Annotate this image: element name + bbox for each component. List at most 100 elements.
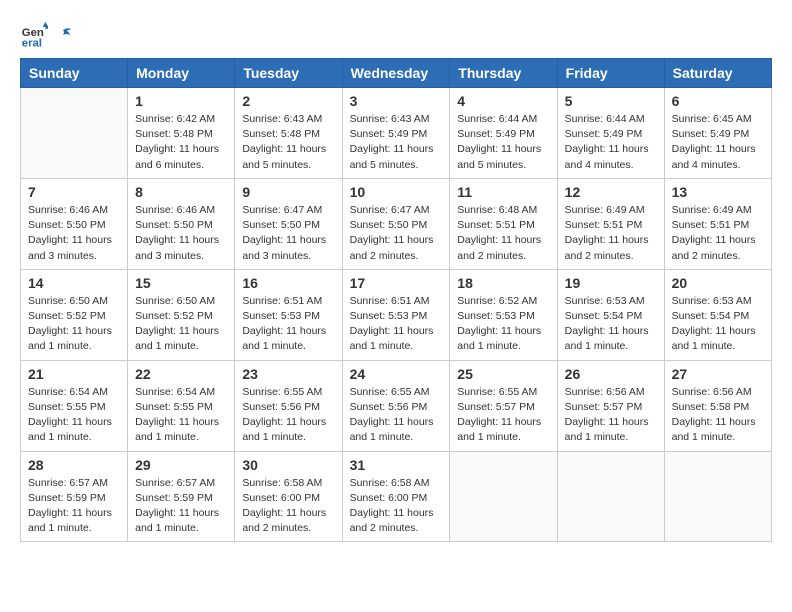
day-info: Sunrise: 6:45 AMSunset: 5:49 PMDaylight:… — [672, 112, 764, 173]
calendar-header-row: SundayMondayTuesdayWednesdayThursdayFrid… — [21, 59, 772, 88]
day-info: Sunrise: 6:54 AMSunset: 5:55 PMDaylight:… — [28, 385, 120, 446]
day-info: Sunrise: 6:54 AMSunset: 5:55 PMDaylight:… — [135, 385, 227, 446]
calendar-cell: 16Sunrise: 6:51 AMSunset: 5:53 PMDayligh… — [235, 269, 342, 360]
calendar-header-saturday: Saturday — [664, 59, 771, 88]
day-info: Sunrise: 6:58 AMSunset: 6:00 PMDaylight:… — [242, 476, 334, 537]
calendar-cell — [664, 451, 771, 542]
day-info: Sunrise: 6:57 AMSunset: 5:59 PMDaylight:… — [135, 476, 227, 537]
calendar-week-row: 28 Sunrise: 6:57 AMSunset: 5:59 PMDayligh… — [21, 451, 772, 542]
calendar-cell: 7 Sunrise: 6:46 AMSunset: 5:50 PMDaylight… — [21, 178, 128, 269]
calendar-cell: 11 Sunrise: 6:48 AMSunset: 5:51 PMDayligh… — [450, 178, 557, 269]
calendar-cell: 10Sunrise: 6:47 AMSunset: 5:50 PMDayligh… — [342, 178, 450, 269]
day-number: 21 — [28, 366, 120, 382]
calendar-cell: 5 Sunrise: 6:44 AMSunset: 5:49 PMDaylight… — [557, 88, 664, 179]
calendar-header-friday: Friday — [557, 59, 664, 88]
calendar-week-row: 1Sunrise: 6:42 AMSunset: 5:48 PMDaylight… — [21, 88, 772, 179]
calendar-cell: 12 Sunrise: 6:49 AMSunset: 5:51 PMDayligh… — [557, 178, 664, 269]
calendar-cell: 30 Sunrise: 6:58 AMSunset: 6:00 PMDayligh… — [235, 451, 342, 542]
calendar-week-row: 21 Sunrise: 6:54 AMSunset: 5:55 PMDayligh… — [21, 360, 772, 451]
day-info: Sunrise: 6:43 AMSunset: 5:48 PMDaylight:… — [242, 112, 334, 173]
day-info: Sunrise: 6:48 AMSunset: 5:51 PMDaylight:… — [457, 203, 549, 264]
calendar-cell: 13 Sunrise: 6:49 AMSunset: 5:51 PMDayligh… — [664, 178, 771, 269]
calendar-cell: 29 Sunrise: 6:57 AMSunset: 5:59 PMDayligh… — [128, 451, 235, 542]
day-info: Sunrise: 6:57 AMSunset: 5:59 PMDaylight:… — [28, 476, 120, 537]
day-info: Sunrise: 6:51 AMSunset: 5:53 PMDaylight:… — [350, 294, 443, 355]
day-info: Sunrise: 6:46 AMSunset: 5:50 PMDaylight:… — [135, 203, 227, 264]
day-number: 28 — [28, 457, 120, 473]
day-info: Sunrise: 6:53 AMSunset: 5:54 PMDaylight:… — [565, 294, 657, 355]
calendar-cell: 2 Sunrise: 6:43 AMSunset: 5:48 PMDaylight… — [235, 88, 342, 179]
calendar-header-thursday: Thursday — [450, 59, 557, 88]
calendar-cell: 21 Sunrise: 6:54 AMSunset: 5:55 PMDayligh… — [21, 360, 128, 451]
day-number: 22 — [135, 366, 227, 382]
day-number: 10 — [350, 184, 443, 200]
day-number: 14 — [28, 275, 120, 291]
day-number: 16 — [242, 275, 334, 291]
day-number: 13 — [672, 184, 764, 200]
day-number: 7 — [28, 184, 120, 200]
calendar-cell: 23 Sunrise: 6:55 AMSunset: 5:56 PMDayligh… — [235, 360, 342, 451]
calendar-cell — [21, 88, 128, 179]
calendar-cell: 1Sunrise: 6:42 AMSunset: 5:48 PMDaylight… — [128, 88, 235, 179]
calendar-cell: 15 Sunrise: 6:50 AMSunset: 5:52 PMDayligh… — [128, 269, 235, 360]
day-info: Sunrise: 6:44 AMSunset: 5:49 PMDaylight:… — [457, 112, 549, 173]
calendar-cell: 14 Sunrise: 6:50 AMSunset: 5:52 PMDayligh… — [21, 269, 128, 360]
day-number: 30 — [242, 457, 334, 473]
day-number: 17 — [350, 275, 443, 291]
calendar-cell: 17 Sunrise: 6:51 AMSunset: 5:53 PMDayligh… — [342, 269, 450, 360]
day-info: Sunrise: 6:46 AMSunset: 5:50 PMDaylight:… — [28, 203, 120, 264]
day-info: Sunrise: 6:50 AMSunset: 5:52 PMDaylight:… — [28, 294, 120, 355]
calendar-week-row: 7 Sunrise: 6:46 AMSunset: 5:50 PMDaylight… — [21, 178, 772, 269]
logo: Gen eral — [20, 20, 74, 48]
calendar-header-sunday: Sunday — [21, 59, 128, 88]
calendar-cell: 3 Sunrise: 6:43 AMSunset: 5:49 PMDaylight… — [342, 88, 450, 179]
calendar-header-monday: Monday — [128, 59, 235, 88]
calendar-cell: 4 Sunrise: 6:44 AMSunset: 5:49 PMDaylight… — [450, 88, 557, 179]
day-number: 25 — [457, 366, 549, 382]
day-number: 23 — [242, 366, 334, 382]
day-number: 20 — [672, 275, 764, 291]
day-number: 26 — [565, 366, 657, 382]
calendar-cell — [450, 451, 557, 542]
day-info: Sunrise: 6:55 AMSunset: 5:56 PMDaylight:… — [242, 385, 334, 446]
day-info: Sunrise: 6:44 AMSunset: 5:49 PMDaylight:… — [565, 112, 657, 173]
day-info: Sunrise: 6:43 AMSunset: 5:49 PMDaylight:… — [350, 112, 443, 173]
day-info: Sunrise: 6:56 AMSunset: 5:58 PMDaylight:… — [672, 385, 764, 446]
day-info: Sunrise: 6:58 AMSunset: 6:00 PMDaylight:… — [350, 476, 443, 537]
day-number: 3 — [350, 93, 443, 109]
day-number: 15 — [135, 275, 227, 291]
logo-icon: Gen eral — [20, 20, 48, 48]
calendar-week-row: 14 Sunrise: 6:50 AMSunset: 5:52 PMDayligh… — [21, 269, 772, 360]
calendar-cell: 24 Sunrise: 6:55 AMSunset: 5:56 PMDayligh… — [342, 360, 450, 451]
calendar-cell: 20Sunrise: 6:53 AMSunset: 5:54 PMDayligh… — [664, 269, 771, 360]
svg-text:eral: eral — [22, 37, 42, 48]
day-number: 6 — [672, 93, 764, 109]
calendar-cell: 9Sunrise: 6:47 AMSunset: 5:50 PMDaylight… — [235, 178, 342, 269]
calendar-cell — [557, 451, 664, 542]
day-number: 29 — [135, 457, 227, 473]
day-info: Sunrise: 6:55 AMSunset: 5:56 PMDaylight:… — [350, 385, 443, 446]
day-info: Sunrise: 6:49 AMSunset: 5:51 PMDaylight:… — [565, 203, 657, 264]
calendar-cell: 8Sunrise: 6:46 AMSunset: 5:50 PMDaylight… — [128, 178, 235, 269]
calendar-header-wednesday: Wednesday — [342, 59, 450, 88]
day-number: 4 — [457, 93, 549, 109]
calendar-table: SundayMondayTuesdayWednesdayThursdayFrid… — [20, 58, 772, 542]
day-info: Sunrise: 6:50 AMSunset: 5:52 PMDaylight:… — [135, 294, 227, 355]
day-number: 24 — [350, 366, 443, 382]
calendar-cell: 6 Sunrise: 6:45 AMSunset: 5:49 PMDaylight… — [664, 88, 771, 179]
calendar-cell: 22 Sunrise: 6:54 AMSunset: 5:55 PMDayligh… — [128, 360, 235, 451]
calendar-cell: 25Sunrise: 6:55 AMSunset: 5:57 PMDayligh… — [450, 360, 557, 451]
day-number: 11 — [457, 184, 549, 200]
day-info: Sunrise: 6:42 AMSunset: 5:48 PMDaylight:… — [135, 112, 227, 173]
day-info: Sunrise: 6:56 AMSunset: 5:57 PMDaylight:… — [565, 385, 657, 446]
calendar-cell: 19Sunrise: 6:53 AMSunset: 5:54 PMDayligh… — [557, 269, 664, 360]
day-number: 18 — [457, 275, 549, 291]
calendar-cell: 26 Sunrise: 6:56 AMSunset: 5:57 PMDayligh… — [557, 360, 664, 451]
day-number: 2 — [242, 93, 334, 109]
day-info: Sunrise: 6:49 AMSunset: 5:51 PMDaylight:… — [672, 203, 764, 264]
day-number: 5 — [565, 93, 657, 109]
logo-bird-icon — [53, 26, 73, 46]
day-number: 12 — [565, 184, 657, 200]
day-number: 27 — [672, 366, 764, 382]
calendar-cell: 28 Sunrise: 6:57 AMSunset: 5:59 PMDayligh… — [21, 451, 128, 542]
